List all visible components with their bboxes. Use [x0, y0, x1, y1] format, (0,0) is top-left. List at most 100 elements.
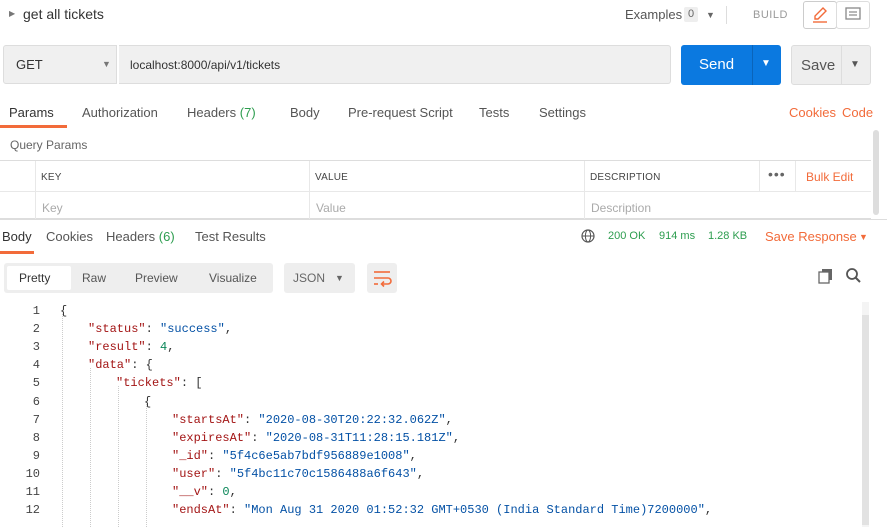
- response-tab-headers[interactable]: Headers (6): [106, 229, 175, 244]
- examples-label[interactable]: Examples: [625, 7, 682, 22]
- format-visualize[interactable]: Visualize: [209, 271, 257, 285]
- cookies-link[interactable]: Cookies: [789, 105, 836, 120]
- format-tabs: Pretty Raw Preview Visualize: [4, 263, 273, 293]
- copy-icon[interactable]: [818, 268, 834, 284]
- indent-guide: [118, 386, 120, 527]
- wrap-lines-button[interactable]: [367, 263, 397, 293]
- format-pretty[interactable]: Pretty: [19, 271, 50, 285]
- status-code[interactable]: 200 OK: [608, 230, 645, 242]
- column-header-value: VALUE: [315, 172, 349, 183]
- response-body-viewer[interactable]: 1{2 "status": "success", 3 "result": 4, 4 "da…: [0, 302, 860, 527]
- tab-prerequest-script[interactable]: Pre-request Script: [348, 105, 453, 120]
- send-label: Send: [699, 56, 735, 73]
- response-size[interactable]: 1.28 KB: [708, 230, 747, 242]
- response-tab-headers-label: Headers: [106, 229, 156, 244]
- tab-authorization[interactable]: Authorization: [82, 105, 158, 120]
- json-key: "startsAt": [172, 412, 245, 427]
- response-tab-cookies[interactable]: Cookies: [46, 229, 93, 244]
- line-number: 5: [32, 376, 40, 391]
- response-time[interactable]: 914 ms: [659, 230, 695, 242]
- divider: [726, 6, 727, 24]
- json-value: "5f4bc11c70c1586488a6f643": [229, 466, 417, 481]
- row-divider: [0, 191, 871, 192]
- json-value: 0: [222, 485, 230, 499]
- line-number: 9: [32, 448, 40, 463]
- code-line: "startsAt": "2020-08-30T20:22:32.062Z",: [172, 412, 453, 427]
- bulk-edit-link[interactable]: Bulk Edit: [806, 170, 853, 184]
- code-line: "status": "success",: [88, 322, 233, 337]
- json-key: "status": [88, 322, 146, 337]
- url-text: localhost:8000/api/v1/tickets: [130, 58, 281, 72]
- line-number: 10: [25, 466, 40, 481]
- tab-body[interactable]: Body: [290, 105, 320, 120]
- language-label: JSON: [293, 271, 326, 285]
- response-tab-body[interactable]: Body: [2, 229, 32, 244]
- save-label: Save: [801, 57, 836, 74]
- chevron-down-icon[interactable]: ▼: [850, 59, 860, 70]
- code-line: "user": "5f4bc11c70c1586488a6f643",: [172, 466, 425, 481]
- code-line: "data": {: [88, 358, 153, 373]
- response-tab-test-results[interactable]: Test Results: [195, 229, 266, 244]
- pencil-icon: [813, 7, 827, 23]
- send-button[interactable]: Send ▼: [681, 45, 781, 85]
- comments-button[interactable]: [836, 1, 870, 29]
- format-raw[interactable]: Raw: [82, 271, 106, 285]
- json-key: "tickets": [116, 376, 181, 391]
- indent-guide: [146, 404, 148, 527]
- chevron-down-icon[interactable]: ▼: [859, 232, 868, 242]
- chevron-down-icon[interactable]: ▼: [761, 58, 771, 69]
- tab-settings[interactable]: Settings: [539, 105, 586, 120]
- edit-button[interactable]: [803, 1, 837, 29]
- line-number: 6: [32, 394, 40, 409]
- json-value: "2020-08-30T20:22:32.062Z": [258, 412, 446, 427]
- line-number: 11: [25, 485, 40, 499]
- active-tab-indicator: [0, 251, 34, 254]
- method-select[interactable]: GET ▼: [3, 45, 117, 84]
- language-select[interactable]: JSON ▼: [284, 263, 355, 293]
- code-link[interactable]: Code: [842, 105, 873, 120]
- json-value: "success": [160, 322, 225, 337]
- json-key: "result": [88, 340, 146, 355]
- save-button[interactable]: Save ▼: [791, 45, 871, 85]
- headers-count: (7): [239, 105, 256, 120]
- code-line: "__v": 0,: [172, 485, 237, 499]
- indent-guide: [90, 368, 92, 527]
- column-header-description: DESCRIPTION: [590, 172, 661, 183]
- query-params-title: Query Params: [10, 138, 88, 152]
- value-input[interactable]: Value: [316, 201, 346, 215]
- request-title[interactable]: get all tickets: [23, 6, 104, 22]
- tab-params[interactable]: Params: [9, 105, 54, 120]
- column-header-key: KEY: [41, 172, 62, 183]
- column-divider: [795, 161, 796, 191]
- json-value: 4: [160, 340, 168, 355]
- line-number: 1: [32, 304, 40, 318]
- build-button[interactable]: BUILD: [753, 9, 788, 21]
- search-icon[interactable]: [845, 267, 862, 284]
- response-headers-count: (6): [158, 229, 175, 244]
- tab-headers[interactable]: Headers (7): [187, 105, 256, 120]
- column-divider: [759, 161, 760, 191]
- scrollbar[interactable]: [873, 130, 879, 215]
- column-divider: [35, 161, 36, 219]
- line-number: 7: [32, 412, 40, 427]
- description-input[interactable]: Description: [591, 201, 651, 215]
- wrap-lines-icon: [374, 271, 392, 288]
- globe-icon[interactable]: [580, 228, 596, 244]
- indent-guide: [62, 314, 64, 527]
- tab-tests[interactable]: Tests: [479, 105, 509, 120]
- line-number: 2: [32, 322, 40, 337]
- examples-count: 0: [684, 7, 698, 22]
- save-response-button[interactable]: Save Response: [765, 229, 857, 244]
- url-input[interactable]: localhost:8000/api/v1/tickets: [119, 45, 671, 84]
- json-key: "data": [88, 358, 132, 373]
- chevron-down-icon[interactable]: ▼: [706, 10, 715, 20]
- json-key: "expiresAt": [172, 430, 252, 445]
- key-input[interactable]: Key: [42, 201, 63, 215]
- more-options-button[interactable]: •••: [768, 166, 786, 182]
- code-line: "_id": "5f4c6e5ab7bdf956889e1008",: [172, 448, 417, 463]
- format-preview[interactable]: Preview: [135, 271, 178, 285]
- json-value: [: [195, 376, 203, 391]
- comment-icon: [845, 7, 861, 20]
- caret-right-icon[interactable]: ▶: [9, 9, 15, 18]
- code-scrollbar-thumb[interactable]: [862, 315, 869, 525]
